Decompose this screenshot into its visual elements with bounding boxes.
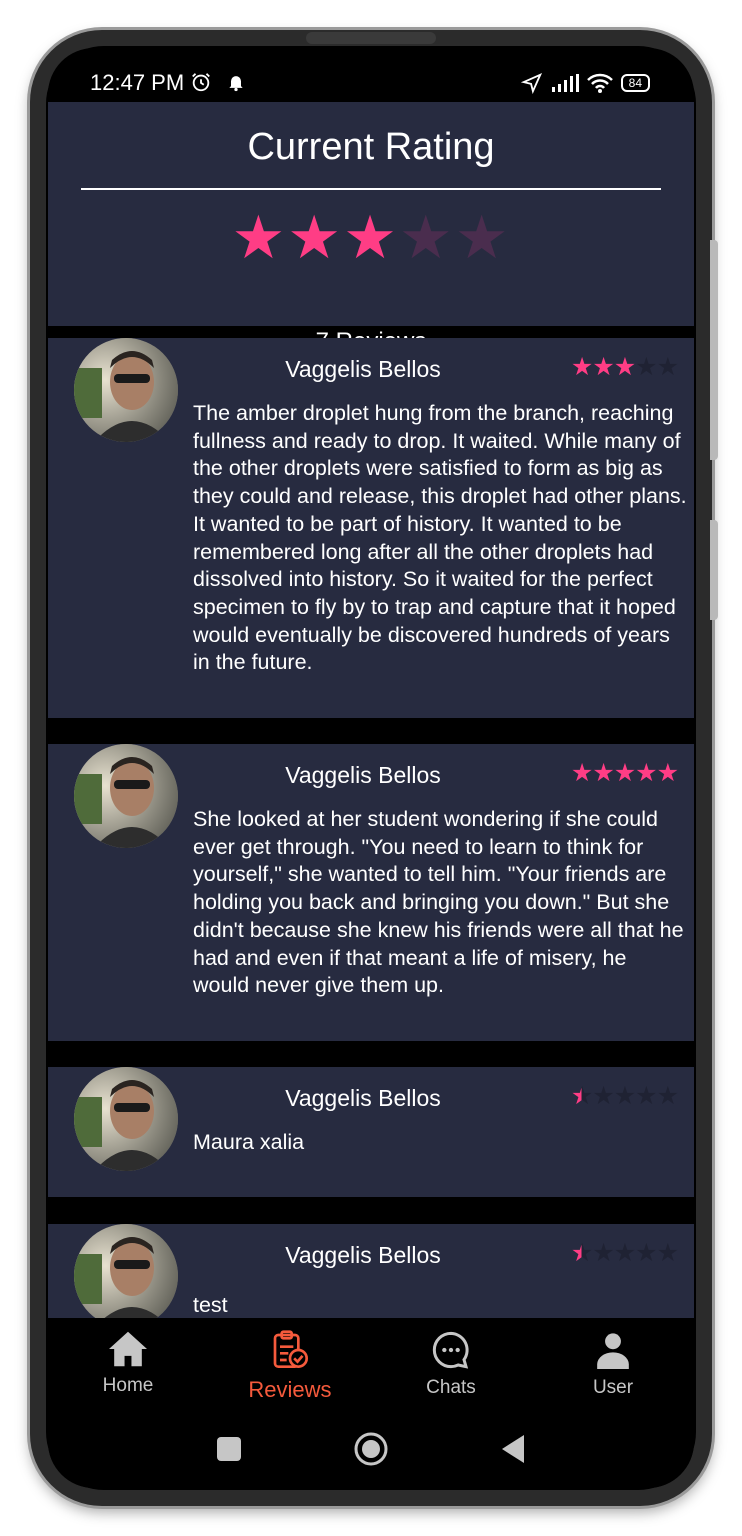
- star-icon: ★: [570, 1239, 593, 1267]
- star-icon: ★: [656, 759, 679, 787]
- star-icon: ★: [656, 1239, 679, 1267]
- avatar: [74, 338, 178, 442]
- review-card[interactable]: Vaggelis Bellos ★★★★★ Maura xalia: [48, 1067, 694, 1197]
- reviewer-name: Vaggelis Bellos: [285, 1085, 441, 1111]
- user-icon: [597, 1333, 629, 1369]
- earpiece: [306, 32, 436, 44]
- review-text: Maura xalia: [193, 1130, 305, 1154]
- review-stars: ★★★★★: [570, 352, 679, 382]
- status-bar: 12:47 PM 84: [48, 48, 694, 102]
- recents-square-icon[interactable]: [216, 1436, 242, 1462]
- star-icon: ★: [570, 759, 593, 787]
- reviewer-name: Vaggelis Bellos: [285, 356, 441, 382]
- status-time: 12:47 PM: [90, 70, 185, 95]
- clipboard-check-icon: [273, 1330, 308, 1368]
- rating-title: Current Rating: [247, 126, 495, 168]
- review-stars: ★★★★★: [570, 1238, 679, 1268]
- chat-bubble-icon: [432, 1331, 469, 1369]
- star-icon: ★: [613, 353, 636, 381]
- home-icon: [109, 1331, 147, 1367]
- system-nav-bar: [48, 1428, 694, 1468]
- status-right-icons: 84: [520, 72, 650, 94]
- nav-item-chats[interactable]: Chats: [391, 1330, 511, 1399]
- star-icon: ★: [613, 1239, 636, 1267]
- reviewer-name: Vaggelis Bellos: [285, 762, 441, 788]
- avatar-photo: [74, 338, 178, 442]
- alarm-icon: [192, 72, 210, 91]
- review-stars: ★★★★★: [570, 1081, 679, 1111]
- avatar-photo: [74, 1224, 178, 1328]
- star-icon: ★: [592, 1239, 614, 1267]
- nav-label: Chats: [426, 1377, 476, 1398]
- divider: [81, 188, 661, 190]
- home-circle-icon[interactable]: [353, 1431, 389, 1467]
- star-icon: ★: [592, 759, 614, 787]
- star-icon: ★: [635, 759, 657, 787]
- signal-icon: [551, 74, 579, 92]
- star-icon: ★: [287, 204, 344, 271]
- bell-icon: [228, 75, 243, 91]
- review-text: The amber droplet hung from the branch, …: [193, 401, 687, 675]
- star-icon: ★: [656, 1082, 679, 1110]
- volume-button: [710, 240, 718, 460]
- star-icon: ★: [613, 1082, 636, 1110]
- nav-item-reviews[interactable]: Reviews: [230, 1330, 350, 1403]
- star-icon: ★: [635, 1239, 657, 1267]
- screen: 12:47 PM 84 Current Rating ★★★★★ Vaggeli…: [48, 48, 694, 1488]
- nav-label: User: [592, 1377, 634, 1398]
- star-icon: ★: [570, 1082, 593, 1110]
- star-icon: ★: [635, 353, 657, 381]
- location-arrow-icon: [520, 72, 542, 94]
- star-icon: ★: [613, 759, 636, 787]
- star-icon: ★: [656, 353, 679, 381]
- nav-item-user[interactable]: User: [553, 1330, 673, 1399]
- rating-stars: ★★★★★: [48, 206, 694, 270]
- avatar-photo: [74, 1067, 178, 1171]
- nav-label: Home: [102, 1375, 154, 1396]
- review-stars: ★★★★★: [570, 758, 679, 788]
- review-text: She looked at her student wondering if s…: [193, 807, 684, 998]
- battery-icon: 84: [620, 74, 650, 92]
- star-icon: ★: [231, 204, 288, 271]
- avatar: [74, 1224, 178, 1328]
- star-icon: ★: [343, 204, 399, 271]
- avatar: [74, 1067, 178, 1171]
- status-left-icons: [190, 70, 246, 93]
- star-icon: ★: [454, 204, 511, 271]
- avatar-photo: [74, 744, 178, 848]
- star-icon: ★: [398, 204, 455, 271]
- rating-summary: Current Rating ★★★★★ 7 Reviews: [48, 102, 694, 355]
- review-card[interactable]: Vaggelis Bellos ★★★★★ She looked at her …: [48, 744, 694, 1041]
- star-icon: ★: [592, 353, 614, 381]
- star-icon: ★: [570, 353, 593, 381]
- avatar: [74, 744, 178, 848]
- wifi-icon: [586, 73, 613, 93]
- reviewer-name: Vaggelis Bellos: [285, 1242, 441, 1268]
- power-button: [710, 520, 718, 620]
- star-icon: ★: [592, 1082, 614, 1110]
- star-icon: ★: [635, 1082, 657, 1110]
- review-text: test: [193, 1293, 228, 1317]
- review-card[interactable]: Vaggelis Bellos ★★★★★ The amber droplet …: [48, 338, 694, 718]
- back-triangle-icon[interactable]: [500, 1434, 526, 1464]
- nav-label: Reviews: [248, 1377, 332, 1402]
- nav-item-home[interactable]: Home: [68, 1330, 188, 1397]
